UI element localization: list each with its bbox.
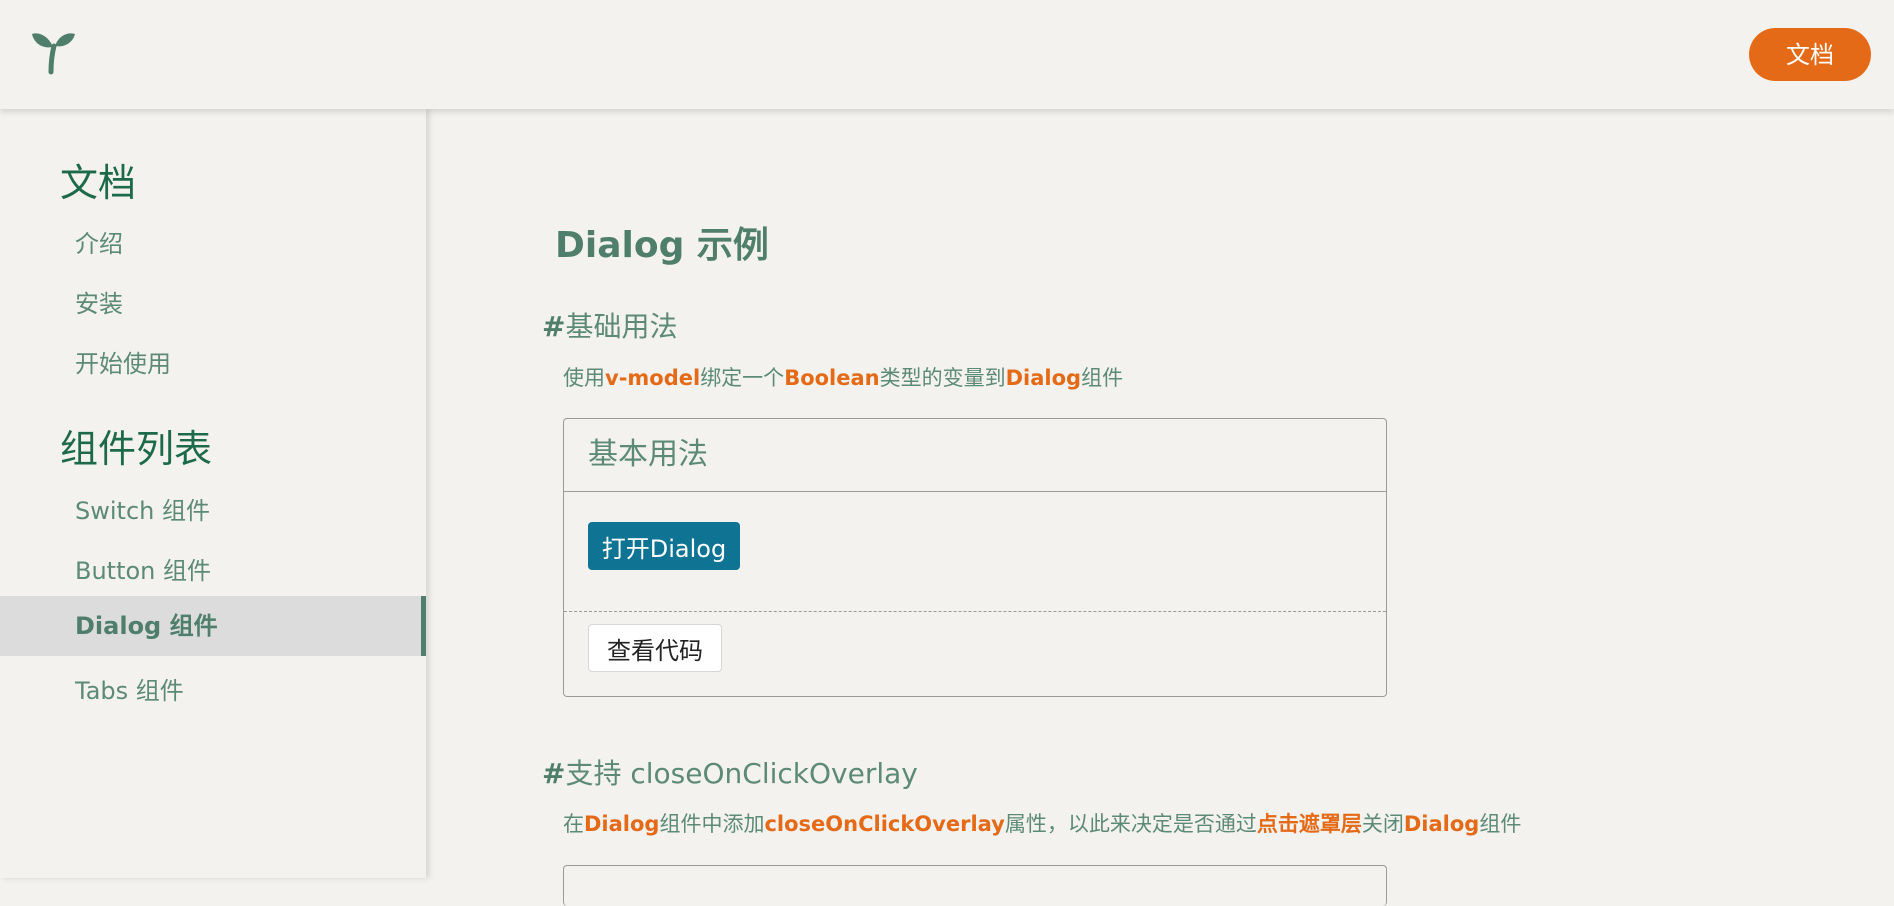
- desc-text: 组件: [1081, 366, 1124, 390]
- sidebar: 文档 介绍 安装 开始使用 组件列表 Switch 组件 Button 组件 D…: [0, 109, 426, 878]
- desc-text: 组件中添加: [659, 812, 765, 836]
- demo-card-title: 基本用法: [564, 419, 1386, 492]
- view-code-button[interactable]: 查看代码: [588, 624, 722, 672]
- open-dialog-button[interactable]: 打开Dialog: [588, 522, 740, 570]
- sidebar-item-tabs[interactable]: Tabs 组件: [0, 661, 426, 721]
- main-content: Dialog 示例 #基础用法 使用v-model绑定一个Boolean类型的变…: [426, 109, 1894, 906]
- sidebar-heading-docs: 文档: [60, 161, 137, 205]
- top-nav-bar: 文档: [0, 0, 1894, 109]
- docs-button[interactable]: 文档: [1749, 28, 1871, 81]
- demo-card-body: 打开Dialog: [564, 492, 1386, 612]
- sidebar-item-button[interactable]: Button 组件: [0, 541, 426, 601]
- section-description-close-on-click-overlay: 在Dialog组件中添加closeOnClickOverlay属性，以此来决定是…: [563, 808, 1521, 838]
- anchor-hash[interactable]: #: [542, 757, 565, 790]
- desc-highlight: v-model: [605, 366, 701, 390]
- desc-text: 在: [563, 812, 584, 836]
- sidebar-item-get-started[interactable]: 开始使用: [0, 334, 426, 394]
- sidebar-item-intro[interactable]: 介绍: [0, 214, 426, 274]
- desc-text: 属性，以此来决定是否通过: [1004, 812, 1257, 836]
- section-title-close-on-click-overlay: #支持 closeOnClickOverlay: [542, 752, 918, 792]
- desc-text: 类型的变量到: [879, 366, 1006, 390]
- desc-text: 绑定一个: [700, 366, 785, 390]
- page-title: Dialog 示例: [555, 225, 769, 266]
- demo-card-basic: 基本用法 打开Dialog 查看代码: [563, 418, 1387, 697]
- desc-highlight: Dialog: [584, 812, 660, 836]
- section-title-basic: #基础用法: [542, 305, 677, 345]
- sidebar-item-dialog[interactable]: Dialog 组件: [0, 596, 426, 656]
- desc-highlight: Dialog: [1403, 812, 1480, 836]
- desc-text: 组件: [1479, 812, 1522, 836]
- sprout-icon[interactable]: [30, 26, 80, 76]
- desc-highlight: Boolean: [784, 366, 880, 390]
- desc-highlight: closeOnClickOverlay: [764, 812, 1005, 836]
- demo-card-footer: 查看代码: [564, 612, 1386, 696]
- desc-text: 关闭: [1361, 812, 1404, 836]
- sidebar-item-install[interactable]: 安装: [0, 274, 426, 334]
- desc-highlight: Dialog: [1005, 366, 1082, 390]
- section-title-text: 基础用法: [565, 310, 678, 343]
- section-description-basic: 使用v-model绑定一个Boolean类型的变量到Dialog组件: [563, 362, 1123, 392]
- demo-card-close-on-click-overlay: [563, 865, 1387, 906]
- anchor-hash[interactable]: #: [542, 310, 565, 343]
- sidebar-heading-components: 组件列表: [60, 427, 213, 471]
- desc-text: 使用: [563, 366, 605, 390]
- desc-highlight: 点击遮罩层: [1256, 812, 1362, 836]
- section-title-text: 支持 closeOnClickOverlay: [565, 757, 918, 790]
- sidebar-item-switch[interactable]: Switch 组件: [0, 481, 426, 541]
